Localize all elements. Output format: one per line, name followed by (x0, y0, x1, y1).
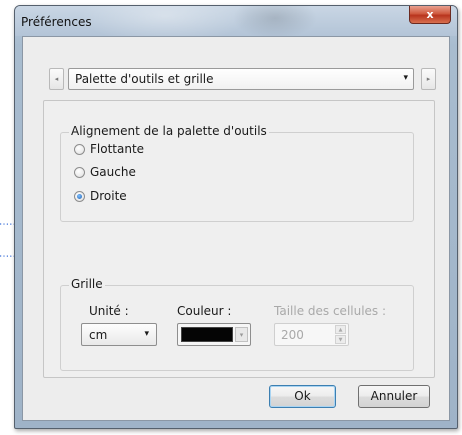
page-category-select[interactable]: Palette d'outils et grille ▾ (68, 68, 414, 90)
chevron-down-icon: ▾ (239, 331, 244, 339)
ok-button[interactable]: Ok (269, 385, 336, 408)
radio-button-droite[interactable] (74, 190, 85, 202)
radio-droite[interactable]: Droite (74, 188, 127, 204)
cancel-button[interactable]: Annuler (358, 385, 430, 408)
preferences-dialog: Préférences x ◂ Palette d'outils et gril… (14, 5, 458, 429)
radio-label-gauche: Gauche (90, 165, 136, 179)
cell-size-stepper[interactable]: 200 ▲ ▼ (274, 323, 349, 346)
spin-down-icon[interactable]: ▼ (335, 335, 346, 344)
unit-label: Unité : (89, 304, 129, 318)
unit-select[interactable]: cm ▾ (81, 323, 157, 346)
chevron-down-icon: ▾ (403, 73, 408, 83)
radio-gauche[interactable]: Gauche (74, 164, 136, 180)
dialog-client-area: ◂ Palette d'outils et grille ▾ ▸ Alignem… (22, 36, 450, 421)
next-page-button[interactable]: ▸ (421, 68, 436, 90)
spin-up-icon[interactable]: ▲ (335, 325, 346, 334)
cell-size-label: Taille des cellules : (274, 304, 387, 318)
cell-size-value: 200 (281, 328, 304, 342)
radio-label-droite: Droite (90, 189, 127, 203)
settings-panel: Alignement de la palette d'outils Flotta… (43, 100, 435, 378)
grid-legend: Grille (69, 277, 105, 291)
color-picker[interactable]: ▾ (177, 323, 251, 346)
close-button[interactable]: x (409, 6, 451, 24)
radio-button-gauche[interactable] (74, 166, 85, 178)
chevron-down-icon: ▾ (144, 329, 149, 339)
palette-alignment-group: Alignement de la palette d'outils Flotta… (60, 124, 414, 222)
unit-value: cm (89, 328, 108, 342)
radio-button-flottante[interactable] (74, 143, 85, 155)
page-category-value: Palette d'outils et grille (75, 72, 214, 86)
chevron-left-icon: ◂ (54, 75, 59, 83)
color-label: Couleur : (177, 304, 232, 318)
chevron-right-icon: ▸ (426, 75, 431, 83)
title-bar[interactable]: Préférences x (15, 6, 457, 36)
color-dropdown-button[interactable]: ▾ (235, 327, 248, 342)
radio-flottante[interactable]: Flottante (74, 141, 144, 157)
window-title: Préférences (21, 15, 92, 29)
radio-label-flottante: Flottante (90, 142, 145, 156)
close-icon: x (426, 8, 434, 21)
color-swatch[interactable] (181, 327, 233, 342)
grid-group: Grille Unité : cm ▾ Couleur : ▾ Taille d… (60, 277, 414, 371)
palette-alignment-legend: Alignement de la palette d'outils (69, 124, 269, 138)
previous-page-button[interactable]: ◂ (49, 68, 64, 90)
